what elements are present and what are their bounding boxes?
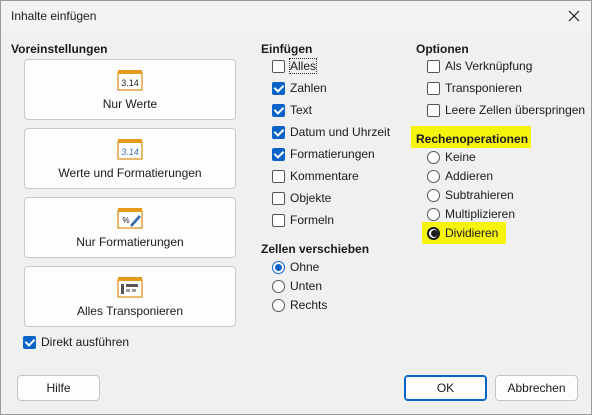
preset-transpose-all-button[interactable]: Alles Transponieren [24, 266, 236, 327]
options-heading: Optionen [416, 42, 469, 56]
shift-down-radio[interactable]: Unten [272, 277, 322, 295]
insert-heading: Einfügen [261, 42, 313, 56]
insert-formulas-checkbox[interactable]: Formeln [272, 211, 334, 229]
insert-numbers-label: Zahlen [290, 81, 327, 95]
operation-none-dot[interactable] [427, 150, 440, 164]
shift-cells-heading: Zellen verschieben [261, 242, 370, 256]
shift-right-radio[interactable]: Rechts [272, 296, 327, 314]
insert-objects-check[interactable] [272, 191, 285, 205]
shift-none-radio[interactable]: Ohne [272, 258, 319, 276]
operation-add-radio[interactable]: Addieren [427, 167, 493, 185]
insert-formulas-label: Formeln [290, 213, 335, 227]
operation-subtract-label: Subtrahieren [445, 188, 514, 202]
operation-subtract-dot[interactable] [427, 188, 440, 202]
operation-none-radio[interactable]: Keine [427, 148, 476, 166]
insert-formats-check[interactable] [272, 147, 285, 161]
operation-divide-radio[interactable]: Dividieren [427, 224, 498, 242]
preset-values-formats-label: Werte und Formatierungen [58, 166, 202, 180]
svg-text:3.14: 3.14 [121, 78, 139, 88]
svg-text:3.14: 3.14 [121, 147, 139, 157]
insert-formulas-check[interactable] [272, 213, 285, 227]
preset-values-only-button[interactable]: 3.14 Nur Werte [24, 59, 236, 120]
option-skip-empty-checkbox[interactable]: Leere Zellen überspringen [427, 101, 585, 119]
insert-text-label: Text [290, 103, 313, 117]
shift-down-dot[interactable] [272, 279, 285, 293]
close-icon [568, 10, 580, 22]
insert-datetime-check[interactable] [272, 125, 285, 139]
option-skip-empty-check[interactable] [427, 103, 440, 117]
shift-right-dot[interactable] [272, 298, 285, 312]
operation-multiply-dot[interactable] [427, 207, 440, 221]
option-transpose-checkbox[interactable]: Transponieren [427, 79, 522, 97]
shift-none-label: Ohne [290, 260, 320, 274]
ok-button[interactable]: OK [404, 375, 487, 401]
insert-numbers-checkbox[interactable]: Zahlen [272, 79, 327, 97]
insert-all-checkbox[interactable]: Alles [272, 57, 318, 75]
preset-values-formats-button[interactable]: 3.14 Werte und Formatierungen [24, 128, 236, 189]
operations-heading: Rechenoperationen [416, 132, 529, 146]
direct-run-label: Direkt ausführen [41, 335, 130, 349]
operation-divide-label: Dividieren [445, 226, 499, 240]
insert-text-check[interactable] [272, 103, 285, 117]
svg-text:%: % [122, 216, 129, 225]
paste-special-dialog: Inhalte einfügen Voreinstellungen 3.14 N… [0, 0, 592, 415]
operation-divide-dot[interactable] [427, 226, 440, 240]
direct-run-check[interactable] [23, 335, 36, 349]
option-as-link-label: Als Verknüpfung [445, 59, 533, 73]
option-transpose-check[interactable] [427, 81, 440, 95]
preset-values-only-label: Nur Werte [102, 97, 158, 111]
insert-objects-checkbox[interactable]: Objekte [272, 189, 331, 207]
insert-all-label: Alles [288, 58, 318, 74]
insert-comments-check[interactable] [272, 169, 285, 183]
operation-subtract-radio[interactable]: Subtrahieren [427, 186, 514, 204]
operation-multiply-radio[interactable]: Multiplizieren [427, 205, 515, 223]
option-skip-empty-label: Leere Zellen überspringen [445, 103, 586, 117]
shift-none-dot[interactable] [272, 260, 285, 274]
insert-datetime-label: Datum und Uhrzeit [290, 125, 391, 139]
preset-transpose-all-label: Alles Transponieren [76, 304, 184, 318]
preset-formats-only-button[interactable]: % Nur Formatierungen [24, 197, 236, 258]
insert-datetime-checkbox[interactable]: Datum und Uhrzeit [272, 123, 390, 141]
formats-only-icon: % [117, 208, 143, 229]
values-formats-icon: 3.14 [117, 139, 143, 160]
direct-run-checkbox[interactable]: Direkt ausführen [23, 333, 129, 351]
shift-right-label: Rechts [290, 298, 328, 312]
title-bar: Inhalte einfügen [1, 1, 591, 31]
operation-multiply-label: Multiplizieren [445, 207, 516, 221]
insert-numbers-check[interactable] [272, 81, 285, 95]
insert-formats-label: Formatierungen [290, 147, 375, 161]
insert-all-check[interactable] [272, 59, 285, 73]
close-button[interactable] [563, 5, 585, 27]
operation-none-label: Keine [445, 150, 476, 164]
option-transpose-label: Transponieren [445, 81, 522, 95]
operation-add-dot[interactable] [427, 169, 440, 183]
values-only-icon: 3.14 [117, 70, 143, 91]
option-as-link-checkbox[interactable]: Als Verknüpfung [427, 57, 532, 75]
insert-formats-checkbox[interactable]: Formatierungen [272, 145, 375, 163]
operation-add-label: Addieren [445, 169, 494, 183]
insert-comments-label: Kommentare [290, 169, 359, 183]
transpose-all-icon [117, 277, 143, 298]
insert-comments-checkbox[interactable]: Kommentare [272, 167, 359, 185]
shift-down-label: Unten [290, 279, 323, 293]
presets-heading: Voreinstellungen [11, 42, 108, 56]
option-as-link-check[interactable] [427, 59, 440, 73]
cancel-button[interactable]: Abbrechen [495, 375, 578, 401]
preset-formats-only-label: Nur Formatierungen [76, 235, 184, 249]
insert-objects-label: Objekte [290, 191, 332, 205]
window-title: Inhalte einfügen [11, 9, 97, 23]
insert-text-checkbox[interactable]: Text [272, 101, 312, 119]
help-button[interactable]: Hilfe [17, 375, 100, 401]
